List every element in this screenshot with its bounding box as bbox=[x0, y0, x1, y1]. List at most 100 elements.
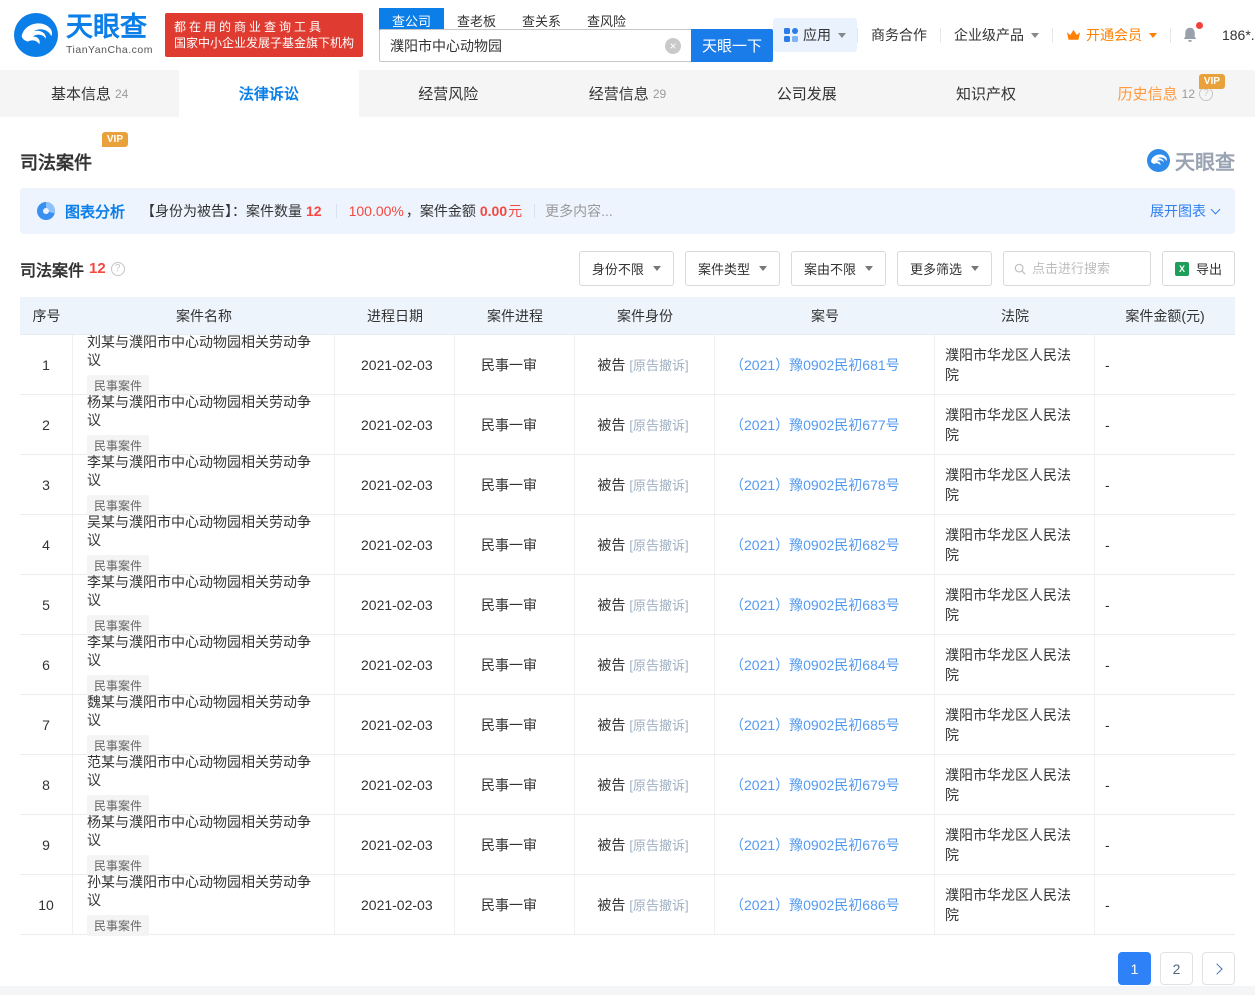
search-button[interactable]: 天眼一下 bbox=[691, 29, 773, 62]
membership-label: 开通会员 bbox=[1086, 25, 1142, 45]
col-date: 进程日期 bbox=[335, 306, 455, 326]
tab-legal-proceedings[interactable]: 法律诉讼 bbox=[179, 70, 358, 117]
tianyancha-logo[interactable]: 天眼查 TianYanCha.com bbox=[14, 13, 153, 57]
case-role: 被告 bbox=[597, 655, 625, 675]
tab-basic-info[interactable]: 基本信息 24 bbox=[0, 70, 179, 117]
list-search-input[interactable] bbox=[1032, 261, 1140, 276]
case-number-cell: （2021）豫0902民初683号 bbox=[715, 575, 935, 634]
expand-chart-link[interactable]: 展开图表 bbox=[1150, 201, 1219, 221]
export-button[interactable]: X 导出 bbox=[1162, 251, 1235, 286]
more-content-link[interactable]: 更多内容... bbox=[545, 201, 613, 221]
tab-operational-risk[interactable]: 经营风险 bbox=[359, 70, 538, 117]
clear-search-icon[interactable]: × bbox=[665, 38, 681, 54]
tab-intellectual-property[interactable]: 知识产权 bbox=[896, 70, 1075, 117]
tab-business-info[interactable]: 经营信息 29 bbox=[538, 70, 717, 117]
case-number-link[interactable]: （2021）豫0902民初681号 bbox=[730, 355, 922, 375]
chart-analysis-link[interactable]: 图表分析 bbox=[65, 201, 125, 222]
tab-label: 法律诉讼 bbox=[239, 83, 299, 104]
notification-bell[interactable] bbox=[1171, 26, 1209, 44]
case-number-link[interactable]: （2021）豫0902民初682号 bbox=[730, 535, 922, 555]
chevron-right-icon bbox=[1211, 963, 1222, 974]
help-icon[interactable]: ? bbox=[111, 262, 125, 276]
case-name-cell: 刘某与濮阳市中心动物园相关劳动争议 民事案件 bbox=[73, 335, 335, 394]
list-controls: 司法案件 12 ? 身份不限 案件类型 案由不限 更多筛选 X 导出 bbox=[20, 251, 1235, 286]
search-input[interactable] bbox=[379, 29, 691, 62]
apps-label: 应用 bbox=[803, 25, 831, 45]
chevron-down-icon bbox=[1149, 33, 1157, 38]
pagination: 1 2 bbox=[20, 952, 1235, 985]
case-process: 民事一审 bbox=[455, 515, 575, 574]
tab-label: 公司发展 bbox=[777, 83, 837, 104]
case-name-cell: 范某与濮阳市中心动物园相关劳动争议 民事案件 bbox=[73, 755, 335, 814]
case-date: 2021-02-03 bbox=[335, 455, 455, 514]
case-name: 杨某与濮阳市中心动物园相关劳动争议 bbox=[87, 393, 322, 429]
case-index: 4 bbox=[20, 515, 73, 574]
tab-history-info[interactable]: VIP 历史信息 12 ? bbox=[1076, 70, 1255, 117]
brand-domain: TianYanCha.com bbox=[66, 44, 153, 56]
case-role-cell: 被告 [原告撤诉] bbox=[575, 395, 715, 454]
case-number-link[interactable]: （2021）豫0902民初685号 bbox=[730, 715, 922, 735]
case-court: 濮阳市华龙区人民法院 bbox=[935, 395, 1095, 454]
export-label: 导出 bbox=[1196, 259, 1222, 278]
watermark-logo: 天眼查 bbox=[1147, 146, 1235, 175]
expand-chart-label: 展开图表 bbox=[1150, 201, 1206, 221]
case-role: 被告 bbox=[597, 595, 625, 615]
col-process: 案件进程 bbox=[455, 306, 575, 326]
tab-label: 历史信息 bbox=[1118, 83, 1178, 104]
filter-cause[interactable]: 案由不限 bbox=[791, 251, 886, 286]
case-name: 魏某与濮阳市中心动物园相关劳动争议 bbox=[87, 693, 322, 729]
next-page-button[interactable] bbox=[1202, 952, 1235, 985]
pie-chart-icon bbox=[36, 201, 56, 221]
case-number-link[interactable]: （2021）豫0902民初686号 bbox=[730, 895, 922, 915]
case-number-link[interactable]: （2021）豫0902民初683号 bbox=[730, 595, 922, 615]
case-number-link[interactable]: （2021）豫0902民初676号 bbox=[730, 835, 922, 855]
case-count-value: 12 bbox=[306, 203, 322, 219]
case-number-link[interactable]: （2021）豫0902民初684号 bbox=[730, 655, 922, 675]
case-role-note: [原告撤诉] bbox=[629, 835, 688, 854]
filter-more[interactable]: 更多筛选 bbox=[897, 251, 992, 286]
case-index: 9 bbox=[20, 815, 73, 874]
case-amount: - bbox=[1095, 455, 1235, 514]
table-row: 4 吴某与濮阳市中心动物园相关劳动争议 民事案件 2021-02-03 民事一审… bbox=[20, 515, 1235, 575]
case-name-cell: 孙某与濮阳市中心动物园相关劳动争议 民事案件 bbox=[73, 875, 335, 934]
case-role-note: [原告撤诉] bbox=[629, 475, 688, 494]
top-header: 天眼查 TianYanCha.com 都在用的商业查询工具 国家中小企业发展子基… bbox=[0, 0, 1255, 70]
case-number-link[interactable]: （2021）豫0902民初678号 bbox=[730, 475, 922, 495]
page-button-2[interactable]: 2 bbox=[1160, 952, 1193, 985]
case-process: 民事一审 bbox=[455, 455, 575, 514]
case-role: 被告 bbox=[597, 415, 625, 435]
case-role-cell: 被告 [原告撤诉] bbox=[575, 635, 715, 694]
list-search-box[interactable] bbox=[1003, 251, 1151, 286]
case-process: 民事一审 bbox=[455, 335, 575, 394]
page-button-1[interactable]: 1 bbox=[1118, 952, 1151, 985]
case-number-cell: （2021）豫0902民初682号 bbox=[715, 515, 935, 574]
tab-company-development[interactable]: 公司发展 bbox=[717, 70, 896, 117]
case-number-link[interactable]: （2021）豫0902民初677号 bbox=[730, 415, 922, 435]
case-role-cell: 被告 [原告撤诉] bbox=[575, 575, 715, 634]
chevron-down-icon bbox=[971, 266, 979, 271]
nav-business-cooperation[interactable]: 商务合作 bbox=[858, 25, 940, 45]
list-count: 12 bbox=[89, 260, 106, 277]
nav-enterprise-products[interactable]: 企业级产品 bbox=[941, 25, 1052, 45]
footer-strip bbox=[0, 986, 1255, 995]
filter-identity[interactable]: 身份不限 bbox=[579, 251, 674, 286]
case-number-link[interactable]: （2021）豫0902民初679号 bbox=[730, 775, 922, 795]
case-role-note: [原告撤诉] bbox=[629, 775, 688, 794]
top-right-nav: 应用 商务合作 企业级产品 开通会员 186*... bbox=[773, 18, 1255, 52]
apps-menu[interactable]: 应用 bbox=[773, 18, 857, 52]
filter-case-type[interactable]: 案件类型 bbox=[685, 251, 780, 286]
user-account[interactable]: 186*... bbox=[1209, 27, 1255, 43]
case-role-note: [原告撤诉] bbox=[629, 895, 688, 914]
amount-value: 0.00 bbox=[480, 203, 507, 219]
case-number-cell: （2021）豫0902民初678号 bbox=[715, 455, 935, 514]
filter-label: 更多筛选 bbox=[910, 259, 962, 278]
case-court: 濮阳市华龙区人民法院 bbox=[935, 695, 1095, 754]
tab-label: 经营风险 bbox=[418, 83, 478, 104]
case-court: 濮阳市华龙区人民法院 bbox=[935, 635, 1095, 694]
case-index: 1 bbox=[20, 335, 73, 394]
table-header: 序号 案件名称 进程日期 案件进程 案件身份 案号 法院 案件金额(元) bbox=[20, 297, 1235, 335]
open-membership[interactable]: 开通会员 bbox=[1053, 25, 1170, 45]
table-row: 3 李某与濮阳市中心动物园相关劳动争议 民事案件 2021-02-03 民事一审… bbox=[20, 455, 1235, 515]
col-name: 案件名称 bbox=[73, 306, 335, 326]
table-row: 7 魏某与濮阳市中心动物园相关劳动争议 民事案件 2021-02-03 民事一审… bbox=[20, 695, 1235, 755]
